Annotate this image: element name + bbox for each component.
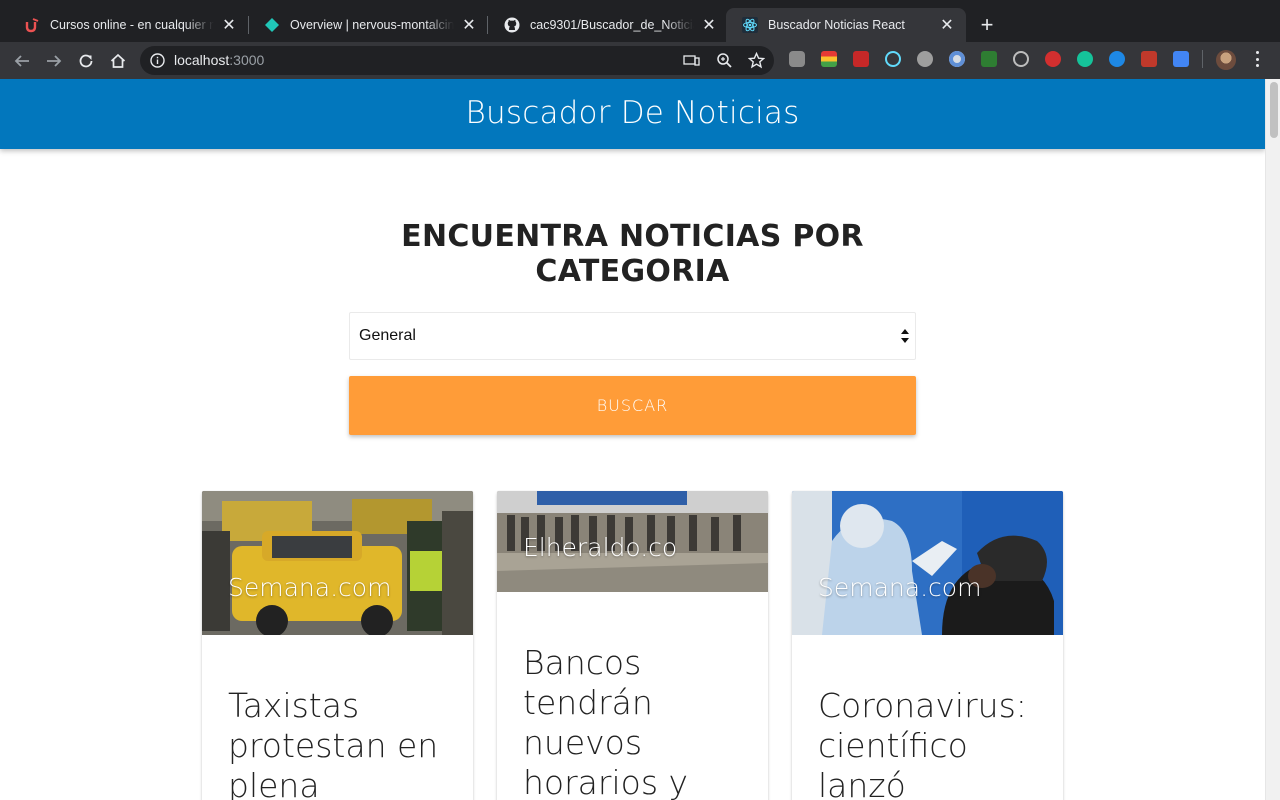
- reload-icon: [79, 54, 93, 68]
- tab-title: Overview | nervous-montalcini: [290, 18, 454, 32]
- news-source: Semana.com: [228, 573, 392, 602]
- url-text: localhost:3000: [174, 52, 264, 68]
- extension-sync-icon[interactable]: [1109, 51, 1125, 67]
- target-extension-icon[interactable]: [1013, 51, 1029, 67]
- grammarly-icon[interactable]: [1077, 51, 1093, 67]
- arrow-right-icon: [47, 55, 62, 67]
- tab-buscador[interactable]: Buscador Noticias React ✕: [726, 8, 966, 42]
- extension-red-icon[interactable]: [1141, 51, 1157, 67]
- tab-title: Buscador Noticias React: [768, 18, 905, 32]
- news-card: Semana.com Coronavirus: científico lanzó: [792, 491, 1063, 800]
- avatar[interactable]: [1216, 50, 1236, 70]
- toolbar-divider: [1202, 50, 1203, 68]
- skype-extension-icon[interactable]: [789, 51, 805, 67]
- extension-blue-icon[interactable]: [949, 51, 965, 67]
- category-select[interactable]: General: [349, 312, 916, 360]
- google-translate-icon[interactable]: [1173, 51, 1189, 67]
- netlify-icon: [264, 17, 280, 33]
- select-arrows-icon: [901, 329, 909, 343]
- address-bar[interactable]: localhost:3000: [140, 46, 774, 75]
- close-icon[interactable]: ✕: [460, 16, 478, 34]
- home-icon: [110, 53, 126, 68]
- arrow-left-icon: [14, 55, 29, 67]
- new-tab-button[interactable]: +: [976, 14, 998, 36]
- extension-gray-icon[interactable]: [917, 51, 933, 67]
- news-image: [792, 491, 1063, 635]
- close-icon[interactable]: ✕: [700, 16, 718, 34]
- scrollbar-thumb[interactable]: [1270, 82, 1278, 138]
- colorzilla-extension-icon[interactable]: [821, 51, 837, 67]
- news-card: Elheraldo.co Bancos tendrán nuevos horar…: [497, 491, 768, 800]
- zoom-icon[interactable]: [716, 52, 733, 69]
- news-title: Taxistas protestan en plena: [228, 686, 439, 800]
- reload-button[interactable]: [75, 50, 97, 72]
- news-source: Semana.com: [818, 573, 982, 602]
- back-button[interactable]: [11, 50, 33, 72]
- udemy-icon: [24, 17, 40, 33]
- close-icon[interactable]: ✕: [220, 16, 238, 34]
- news-source: Elheraldo.co: [523, 533, 678, 562]
- react-icon: [742, 17, 758, 33]
- news-card: Semana.com Taxistas protestan en plena: [202, 491, 473, 800]
- react-devtools-icon[interactable]: [885, 51, 901, 67]
- tab-udemy[interactable]: Cursos online - en cualquier momento ✕: [8, 8, 248, 42]
- mail-extension-icon[interactable]: [981, 51, 997, 67]
- url-port: :3000: [229, 52, 265, 68]
- news-image: [202, 491, 473, 635]
- info-icon[interactable]: [150, 53, 165, 68]
- cast-icon[interactable]: [683, 52, 700, 69]
- page-viewport: Buscador De Noticias ENCUENTRA NOTICIAS …: [0, 79, 1265, 800]
- bug-extension-icon[interactable]: [853, 51, 869, 67]
- news-title: Coronavirus: científico lanzó: [818, 686, 1027, 800]
- stop-extension-icon[interactable]: [1045, 51, 1061, 67]
- close-icon[interactable]: ✕: [938, 16, 956, 34]
- star-icon[interactable]: [748, 52, 765, 69]
- brand-logo[interactable]: Buscador De Noticias: [0, 95, 1265, 131]
- page-heading: ENCUENTRA NOTICIAS POR CATEGORIA: [380, 219, 885, 289]
- tab-netlify[interactable]: Overview | nervous-montalcini ✕: [248, 8, 488, 42]
- tab-strip: Cursos online - en cualquier momento ✕ O…: [0, 0, 1280, 42]
- heading-line-1: ENCUENTRA NOTICIAS POR: [401, 219, 864, 254]
- tab-title: cac9301/Buscador_de_Noticias: [530, 18, 694, 32]
- menu-icon[interactable]: [1254, 51, 1260, 67]
- tab-github[interactable]: cac9301/Buscador_de_Noticias ✕: [488, 8, 728, 42]
- news-title: Bancos tendrán nuevos horarios y: [523, 643, 689, 800]
- forward-button[interactable]: [43, 50, 65, 72]
- page-scrollbar[interactable]: [1265, 79, 1280, 800]
- github-icon: [504, 17, 520, 33]
- url-host: localhost: [174, 52, 230, 68]
- home-button[interactable]: [107, 50, 129, 72]
- search-button[interactable]: BUSCAR: [349, 376, 916, 435]
- tab-title: Cursos online - en cualquier momento: [50, 18, 214, 32]
- heading-line-2: CATEGORIA: [535, 254, 730, 289]
- app-navbar: Buscador De Noticias: [0, 79, 1265, 149]
- category-select-value: General: [359, 327, 416, 344]
